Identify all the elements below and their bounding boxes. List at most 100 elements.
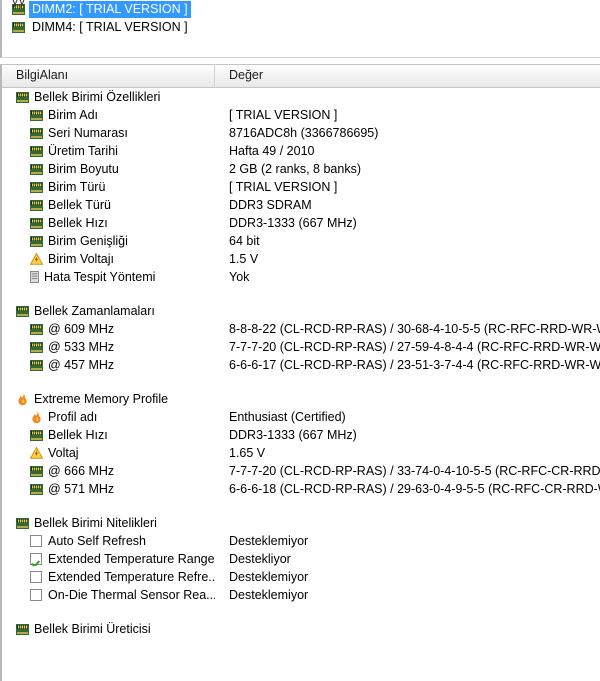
row-name-cell: @ 457 MHz: [2, 358, 215, 372]
row-label: Seri Numarası: [48, 126, 128, 140]
section-header-row[interactable]: Bellek Zamanlamaları: [2, 302, 600, 320]
column-header-deger[interactable]: Değer: [215, 64, 600, 88]
row-name-cell: Seri Numarası: [2, 126, 215, 140]
dimm-list-item-label: DIMM4: [ TRIAL VERSION ]: [32, 20, 188, 34]
table-row[interactable]: Birim Boyutu 2 GB (2 ranks, 8 banks): [2, 160, 600, 178]
row-value: 8-8-8-22 (CL-RCD-RP-RAS) / 30-68-4-10-5-…: [229, 322, 600, 336]
table-row[interactable]: Voltaj 1.65 V: [2, 444, 600, 462]
table-row[interactable]: Bellek Hızı DDR3-1333 (667 MHz): [2, 426, 600, 444]
row-label: Birim Adı: [48, 108, 99, 122]
table-row[interactable]: Extended Temperature Refre... Desteklemiy…: [2, 568, 600, 586]
table-row[interactable]: Auto Self Refresh Desteklemiyor: [2, 532, 600, 550]
section-title: Extreme Memory Profile: [34, 392, 169, 406]
row-label: Üretim Tarihi: [48, 144, 118, 158]
checkbox-unchecked-icon[interactable]: [30, 535, 42, 547]
memory-module-icon: [30, 109, 43, 121]
row-value: DDR3-1333 (667 MHz): [229, 428, 357, 442]
column-header-bilgialani[interactable]: BilgiAlanı: [2, 64, 215, 88]
spd-detail-table: Bellek Birimi Özellikleri Birim Adı [ TRIA…: [0, 88, 600, 681]
row-label: On-Die Thermal Sensor Rea...: [48, 588, 215, 602]
row-value: DDR3-1333 (667 MHz): [229, 216, 357, 230]
row-label: Bellek Türü: [48, 198, 111, 212]
section-header-cell: Extreme Memory Profile: [2, 392, 215, 406]
row-label: Extended Temperature Range: [48, 552, 215, 566]
table-row[interactable]: Birim Türü [ TRIAL VERSION ]: [2, 178, 600, 196]
dimm-list-item[interactable]: DIMM4: [ TRIAL VERSION ]: [2, 19, 600, 36]
row-name-cell: Bellek Hızı: [2, 428, 215, 442]
section-header-cell: Bellek Zamanlamaları: [2, 304, 215, 318]
row-value: 6-6-6-18 (CL-RCD-RP-RAS) / 29-63-0-4-9-5…: [229, 482, 600, 496]
memory-module-icon: [30, 145, 43, 157]
table-row[interactable]: Birim Voltajı 1.5 V: [2, 250, 600, 268]
table-row[interactable]: Extended Temperature Range Destekliyor: [2, 550, 600, 568]
row-value: Yok: [229, 270, 250, 284]
section-header-row[interactable]: Extreme Memory Profile: [2, 390, 600, 408]
row-label: Profil adı: [48, 410, 98, 424]
row-name-cell: On-Die Thermal Sensor Rea...: [2, 588, 215, 602]
table-row[interactable]: Birim Adı [ TRIAL VERSION ]: [2, 106, 600, 124]
memory-module-icon: [30, 181, 43, 193]
section-title: Bellek Birimi Nitelikleri: [34, 516, 157, 530]
row-label: Birim Türü: [48, 180, 106, 194]
table-row[interactable]: Bellek Hızı DDR3-1333 (667 MHz): [2, 214, 600, 232]
row-label: Bellek Hızı: [48, 216, 108, 230]
row-value: Enthusiast (Certified): [229, 410, 346, 424]
row-name-cell: Extended Temperature Refre...: [2, 570, 215, 584]
table-row[interactable]: @ 571 MHz 6-6-6-18 (CL-RCD-RP-RAS) / 29-6…: [2, 480, 600, 498]
row-label: Birim Boyutu: [48, 162, 119, 176]
row-name-cell: Auto Self Refresh: [2, 534, 215, 548]
row-label: @ 571 MHz: [48, 482, 115, 496]
row-label: Hata Tespit Yöntemi: [44, 270, 156, 284]
row-name-cell: @ 666 MHz: [2, 464, 215, 478]
row-name-cell: Birim Türü: [2, 180, 215, 194]
row-label: @ 609 MHz: [48, 322, 115, 336]
memory-module-icon: [30, 429, 43, 441]
section-header-row[interactable]: Bellek Birimi Nitelikleri: [2, 514, 600, 532]
memory-module-icon: [30, 163, 43, 175]
checkbox-unchecked-icon[interactable]: [30, 571, 42, 583]
row-label: Voltaj: [48, 446, 79, 460]
section-header-row[interactable]: Bellek Birimi Özellikleri: [2, 88, 600, 106]
row-label: Birim Genişliği: [48, 234, 128, 248]
table-row[interactable]: Seri Numarası 8716ADC8h (3366786695): [2, 124, 600, 142]
spd-information-window: yy DIMM2: [ TRIAL VERSION ] DIMM4: [ TRIA…: [0, 0, 600, 681]
table-row[interactable]: Birim Genişliği 64 bit: [2, 232, 600, 250]
row-label: Auto Self Refresh: [48, 534, 146, 548]
section-header-row[interactable]: Bellek Birimi Üreticisi: [2, 620, 600, 638]
row-value: [ TRIAL VERSION ]: [229, 180, 338, 194]
table-column-header: BilgiAlanı Değer: [0, 64, 600, 88]
row-value: Hafta 49 / 2010: [229, 144, 315, 158]
row-value: Destekliyor: [229, 552, 291, 566]
row-name-cell: Birim Voltajı: [2, 252, 215, 266]
row-value: Desteklemiyor: [229, 534, 309, 548]
table-row[interactable]: @ 533 MHz 7-7-7-20 (CL-RCD-RP-RAS) / 27-5…: [2, 338, 600, 356]
checkbox-unchecked-icon[interactable]: [30, 589, 42, 601]
table-row[interactable]: Üretim Tarihi Hafta 49 / 2010: [2, 142, 600, 160]
row-label: @ 457 MHz: [48, 358, 115, 372]
row-value: DDR3 SDRAM: [229, 198, 312, 212]
checkbox-checked-icon[interactable]: [30, 553, 42, 565]
row-name-cell: @ 533 MHz: [2, 340, 215, 354]
row-value: [ TRIAL VERSION ]: [229, 108, 338, 122]
row-value: 7-7-7-20 (CL-RCD-RP-RAS) / 33-74-0-4-10-…: [229, 464, 600, 478]
table-row[interactable]: @ 457 MHz 6-6-6-17 (CL-RCD-RP-RAS) / 23-5…: [2, 356, 600, 374]
table-row[interactable]: @ 609 MHz 8-8-8-22 (CL-RCD-RP-RAS) / 30-6…: [2, 320, 600, 338]
row-name-cell: Üretim Tarihi: [2, 144, 215, 158]
row-name-cell: Profil adı: [2, 410, 215, 424]
voltage-warning-icon: [30, 447, 43, 459]
dimm-list-panel: yy DIMM2: [ TRIAL VERSION ] DIMM4: [ TRIA…: [0, 0, 600, 58]
table-row[interactable]: Hata Tespit Yöntemi Yok: [2, 268, 600, 286]
dimm-list-item[interactable]: DIMM2: [ TRIAL VERSION ]: [2, 1, 600, 18]
memory-module-icon: [30, 359, 43, 371]
table-row[interactable]: Profil adı Enthusiast (Certified): [2, 408, 600, 426]
memory-module-icon: [30, 199, 43, 211]
table-row[interactable]: @ 666 MHz 7-7-7-20 (CL-RCD-RP-RAS) / 33-7…: [2, 462, 600, 480]
section-header-cell: Bellek Birimi Özellikleri: [2, 90, 215, 104]
table-row[interactable]: Bellek Türü DDR3 SDRAM: [2, 196, 600, 214]
table-row[interactable]: On-Die Thermal Sensor Rea... Desteklemiyo…: [2, 586, 600, 604]
memory-module-icon: [30, 127, 43, 139]
row-value: 1.5 V: [229, 252, 259, 266]
